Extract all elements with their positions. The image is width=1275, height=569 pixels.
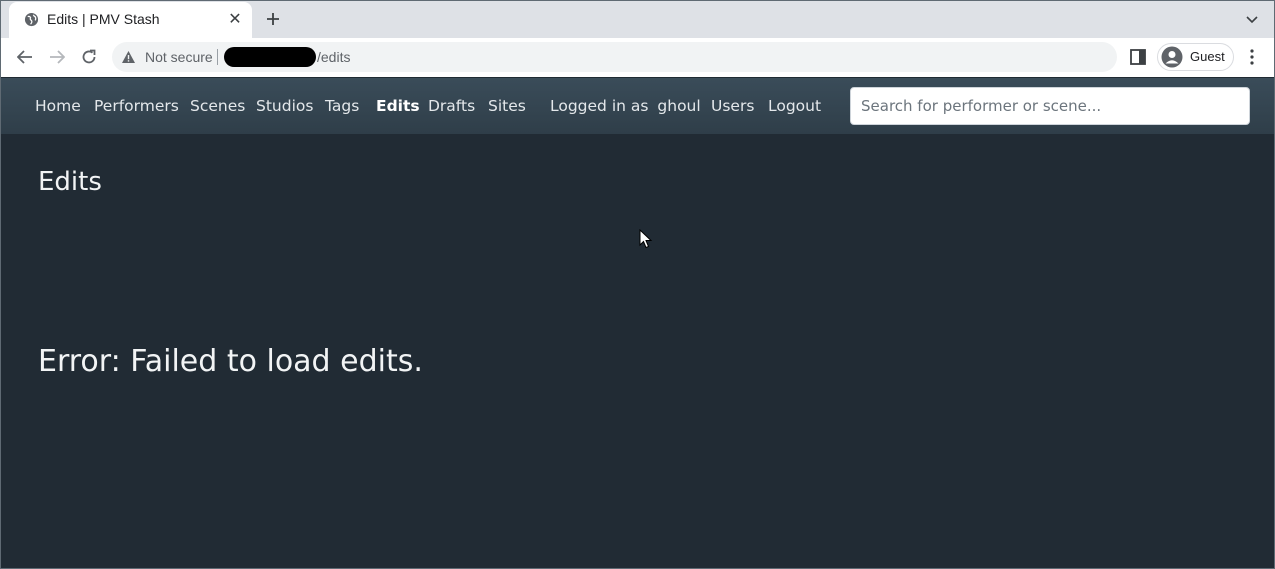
omnibox-divider [217, 49, 218, 65]
nav-sites[interactable]: Sites [488, 96, 526, 116]
url-path: /edits [317, 49, 351, 65]
search-input[interactable] [850, 87, 1250, 125]
nav-performers[interactable]: Performers [94, 96, 179, 116]
side-panel-icon[interactable] [1130, 49, 1146, 65]
logout-button[interactable]: Logout [768, 96, 821, 116]
nav-drafts[interactable]: Drafts [428, 96, 475, 116]
new-tab-icon[interactable] [263, 9, 283, 29]
globe-icon [24, 12, 39, 27]
page-title: Edits [38, 167, 102, 197]
warning-icon[interactable] [121, 50, 136, 64]
not-secure-label[interactable]: Not secure [145, 49, 213, 65]
avatar-icon [1161, 46, 1183, 68]
nav-home[interactable]: Home [35, 96, 81, 116]
tab-title: Edits | PMV Stash [47, 11, 160, 27]
nav-users[interactable]: Users [711, 96, 754, 116]
username-link[interactable]: ghoul [657, 97, 700, 115]
app-navbar: Home Performers Scenes Studios Tags Edit… [1, 78, 1274, 134]
tab-strip: Edits | PMV Stash ✕ [1, 1, 1274, 38]
address-bar[interactable]: Not secure /edits [112, 42, 1117, 72]
forward-arrow-icon[interactable] [46, 46, 68, 68]
tab-search-chevron-icon[interactable] [1242, 10, 1262, 30]
error-message: Error: Failed to load edits. [38, 344, 423, 379]
close-tab-icon[interactable]: ✕ [227, 11, 243, 27]
reload-icon[interactable] [78, 46, 100, 68]
nav-edits[interactable]: Edits [376, 96, 420, 116]
logged-in-prefix: Logged in as [550, 97, 649, 115]
profile-button[interactable]: Guest [1157, 43, 1234, 71]
browser-window: Edits | PMV Stash ✕ Not secure /edits Gu… [0, 0, 1275, 569]
mouse-cursor-icon [639, 229, 653, 249]
browser-tab-active[interactable]: Edits | PMV Stash ✕ [9, 2, 252, 38]
nav-tags[interactable]: Tags [325, 96, 359, 116]
nav-scenes[interactable]: Scenes [190, 96, 245, 116]
nav-studios[interactable]: Studios [256, 96, 313, 116]
logged-in-status: Logged in as ghoul [550, 96, 701, 116]
kebab-menu-icon[interactable] [1244, 47, 1260, 67]
profile-label: Guest [1190, 49, 1225, 64]
back-arrow-icon[interactable] [14, 46, 36, 68]
browser-toolbar: Not secure /edits Guest [1, 38, 1274, 77]
redacted-host [224, 47, 316, 67]
main-content: Edits Error: Failed to load edits. [1, 134, 1274, 568]
